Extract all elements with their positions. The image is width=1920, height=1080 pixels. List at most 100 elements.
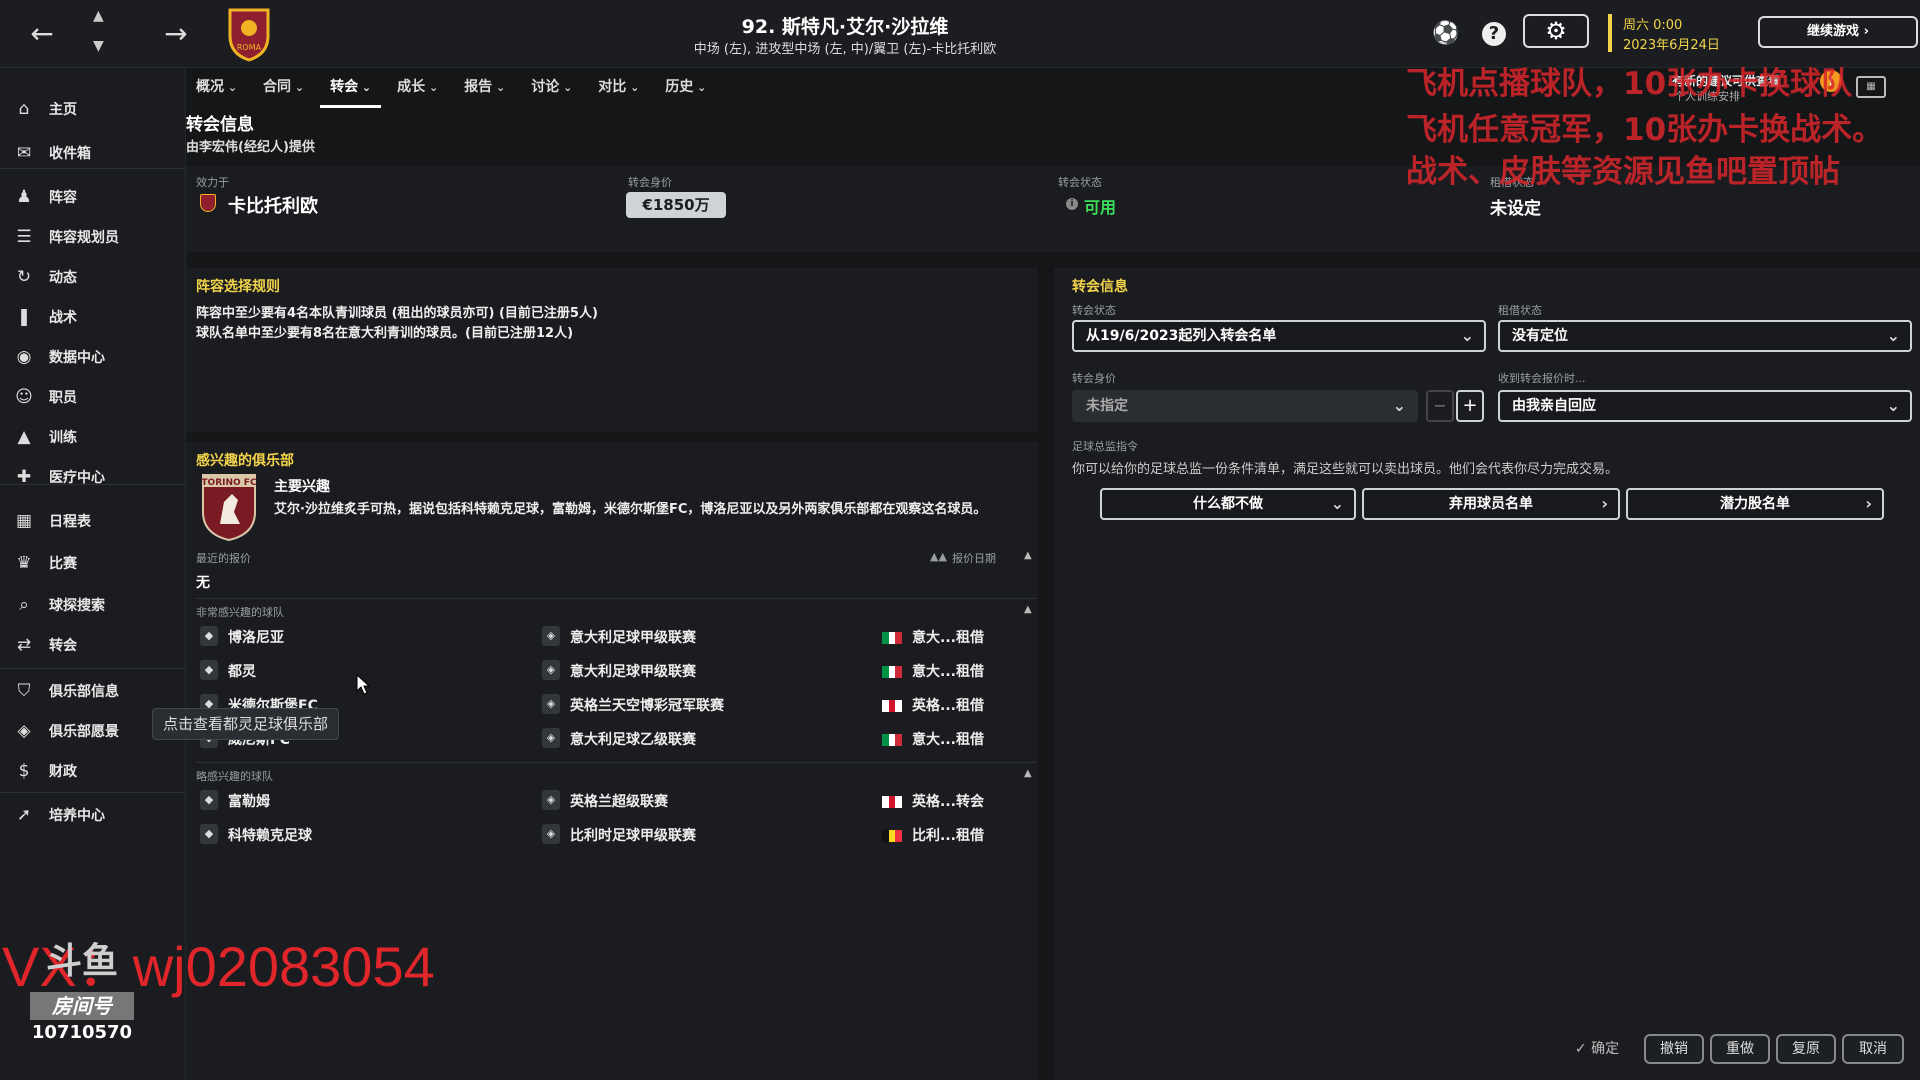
tab-label: 概况 [196,79,224,95]
sidebar-item-label: 日程表 [49,514,91,530]
widget-toggle-icon[interactable]: ▦ [1856,76,1886,98]
help-icon[interactable]: ? [1482,22,1506,46]
club-row[interactable]: ◆ 科特赖克足球 ◈ 比利时足球甲级联赛 比利... 租借 [196,818,1036,850]
slightly-interested-label: 略感兴趣的球队 [196,770,273,783]
restore-button[interactable]: 复原 [1776,1034,1836,1064]
torino-crest-icon[interactable]: TORINO FC [200,472,258,542]
sidebar-item-12[interactable]: ⌕ 球探搜索 [0,588,186,622]
continue-game-button[interactable]: 继续游戏 › [1758,16,1918,48]
collapse-very-interested-icon[interactable]: ▲ [1024,604,1032,615]
torino-crest-text: TORINO FC [201,478,257,488]
sidebar-item-9[interactable]: ✚ 医疗中心 [0,460,186,494]
interest-type: 租借 [956,664,984,680]
offer-response-dropdown[interactable]: 由我亲自回应 ⌄ [1498,390,1912,422]
club-name[interactable]: 科特赖克足球 [228,825,312,845]
sidebar-item-2[interactable]: ♟ 阵容 [0,180,186,214]
collapse-offers-icon[interactable]: ▲ [1024,550,1032,561]
transfer-loan-value: 没有定位 [1512,328,1568,344]
rules-line-2: 球队名单中至少要有8名在意大利青训的球员。(目前已注册12人) [196,326,574,341]
league-name[interactable]: 比利时足球甲级联赛 [570,825,696,845]
sidebar-item-10[interactable]: ▦ 日程表 [0,504,186,538]
collapse-slightly-interested-icon[interactable]: ▲ [1024,768,1032,779]
info-icon[interactable]: i [1066,198,1078,210]
sidebar-item-17[interactable]: ➚ 培养中心 [0,798,186,832]
sidebar-item-label: 主页 [49,102,77,118]
tab-7[interactable]: 历史 ⌄ [655,68,716,108]
sidebar-item-16[interactable]: $ 财政 [0,754,186,788]
date-label: 2023年6月24日 [1623,38,1720,53]
league-name[interactable]: 英格兰天空博彩冠军联赛 [570,695,724,715]
tab-1[interactable]: 合同 ⌄ [253,68,314,108]
tab-label: 历史 [665,79,694,95]
tab-label: 成长 [397,79,426,95]
sidebar-item-0[interactable]: ⌂ 主页 [0,92,186,126]
tab-label: 报告 [464,79,493,95]
transfer-value-dropdown[interactable]: 未指定 ⌄ [1072,390,1418,422]
planner-icon: ☰ [16,227,32,247]
interest-type: 租借 [956,732,984,748]
club-crest-icon: ◆ [200,626,218,646]
club-row[interactable]: ◆ 富勒姆 ◈ 英格兰超级联赛 英格... 转会 [196,784,1036,816]
transfer-status-dropdown[interactable]: 从19/6/2023起列入转会名单 ⌄ [1072,320,1486,352]
tab-3[interactable]: 成长 ⌄ [387,68,448,108]
potential-list-button[interactable]: 潜力股名单 › [1626,488,1884,520]
tab-5[interactable]: 讨论 ⌄ [521,68,582,108]
sidebar-divider [0,668,186,669]
offer-response-value: 由我亲自回应 [1512,398,1596,414]
club-name[interactable]: 都灵 [228,661,256,681]
sidebar-item-label: 阵容 [49,190,77,206]
tab-4[interactable]: 报告 ⌄ [454,68,515,108]
cancel-button[interactable]: 取消 [1842,1034,1904,1064]
league-name[interactable]: 意大利足球乙级联赛 [570,729,696,749]
league-name[interactable]: 英格兰超级联赛 [570,791,668,811]
unwanted-list-button[interactable]: 弃用球员名单 › [1362,488,1620,520]
increase-value-button[interactable]: + [1456,390,1484,422]
sidebar-item-1[interactable]: ✉ 收件箱 [0,136,186,170]
dynamics-icon: ↻ [16,267,32,287]
club-name[interactable]: 富勒姆 [228,791,270,811]
date-day-time: 周六 0:00 [1623,18,1683,33]
tab-2[interactable]: 转会 ⌄ [320,68,382,108]
redo-button[interactable]: 重做 [1710,1034,1770,1064]
nation-name: 意大... [912,664,956,680]
sidebar-item-8[interactable]: ▲ 训练 [0,420,186,454]
calendar-icon: ▦ [15,511,33,531]
loan-value: 未设定 [1490,199,1541,219]
sidebar-item-5[interactable]: ❚ 战术 [0,300,186,334]
decrease-value-button[interactable]: − [1426,390,1454,422]
chevron-down-icon: ⌄ [559,81,573,94]
club-row[interactable]: ◆ 都灵 ◈ 意大利足球甲级联赛 意大... 租借 [196,654,1036,686]
chevron-down-icon: ⌄ [492,81,506,94]
sidebar-item-14[interactable]: ⛉ 俱乐部信息 [0,674,186,708]
sidebar-item-label: 俱乐部信息 [49,684,119,700]
sidebar-item-label: 数据中心 [49,350,105,366]
club-value[interactable]: 卡比托利欧 [228,192,318,218]
sidebar-item-3[interactable]: ☰ 阵容规划员 [0,220,186,254]
club-name[interactable]: 博洛尼亚 [228,627,284,647]
confirm-button[interactable]: ✓ 确定 [1560,1034,1634,1064]
sidebar-item-7[interactable]: ☺ 职员 [0,380,186,414]
nothing-dropdown[interactable]: 什么都不做 ⌄ [1100,488,1356,520]
league-logo-icon: ◈ [542,626,560,646]
squad-icon: ♟ [16,187,32,207]
offer-date-sort-icon[interactable]: ▲▲ [930,550,947,563]
sidebar-item-6[interactable]: ◉ 数据中心 [0,340,186,374]
league-name[interactable]: 意大利足球甲级联赛 [570,627,696,647]
offer-date-label[interactable]: 报价日期 [952,550,996,566]
tab-0[interactable]: 概况 ⌄ [186,68,247,108]
sidebar-item-13[interactable]: ⇄ 转会 [0,628,186,662]
chevron-down-icon: ⌄ [1886,326,1900,345]
transfer-status-label: 转会状态 [1072,304,1116,317]
loan-status-dropdown[interactable]: 没有定位 ⌄ [1498,320,1912,352]
status-value: 可用 [1084,198,1117,217]
settings-gear-icon[interactable]: ⚙ [1523,14,1589,48]
tab-6[interactable]: 对比 ⌄ [588,68,649,108]
sidebar-item-11[interactable]: ♛ 比赛 [0,546,186,580]
league-name[interactable]: 意大利足球甲级联赛 [570,661,696,681]
promo-line-2: 飞机任意冠军，10张办卡换战术。 [1406,112,1884,148]
club-row[interactable]: ◆ 博洛尼亚 ◈ 意大利足球甲级联赛 意大... 租借 [196,620,1036,652]
club-crest-icon: ◆ [200,660,218,680]
ball-icon[interactable]: ⚽ [1432,20,1460,48]
undo-button[interactable]: 撤销 [1644,1034,1704,1064]
sidebar-item-4[interactable]: ↻ 动态 [0,260,186,294]
